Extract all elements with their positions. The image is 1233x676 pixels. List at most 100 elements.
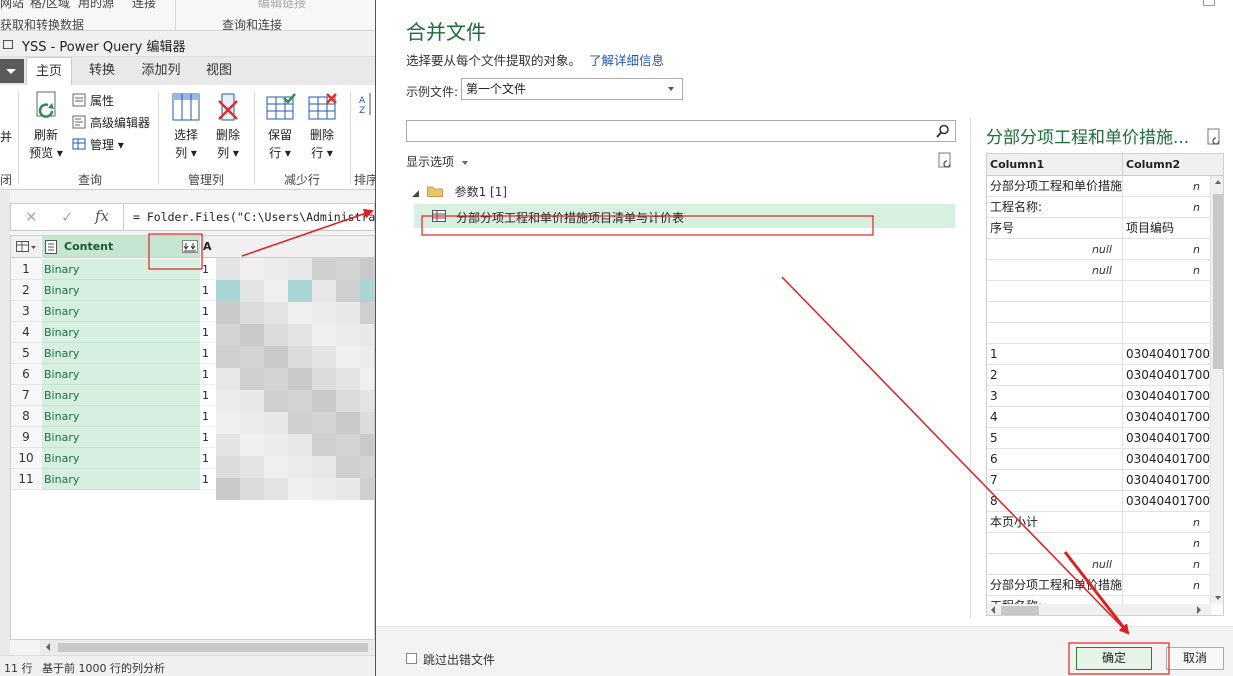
- close-icon[interactable]: [1203, 0, 1215, 6]
- row-number[interactable]: 6: [11, 364, 41, 385]
- horizontal-scrollbar[interactable]: [40, 640, 375, 655]
- cancel-button[interactable]: 取消: [1166, 647, 1224, 670]
- learn-more-link[interactable]: 了解详细信息: [589, 53, 664, 68]
- preview-refresh-icon[interactable]: [1207, 128, 1223, 146]
- attribute-cell[interactable]: 1: [201, 427, 215, 448]
- attribute-cell[interactable]: 1: [201, 301, 215, 322]
- row-number[interactable]: 2: [11, 280, 41, 301]
- refresh-label[interactable]: 刷新: [28, 127, 64, 144]
- attribute-cell[interactable]: 1: [201, 406, 215, 427]
- column-header-a[interactable]: A: [201, 236, 374, 258]
- excel-item-connection[interactable]: 连接: [132, 0, 156, 11]
- tab-home[interactable]: 主页: [26, 57, 72, 85]
- refresh-preview-icon[interactable]: [938, 152, 954, 168]
- tab-add-column[interactable]: 添加列: [132, 57, 190, 85]
- confirm-formula-icon[interactable]: ✓: [61, 208, 74, 226]
- attribute-cell[interactable]: 1: [201, 448, 215, 469]
- preview-grid: Column1 Column2 分部分项工程和单价措施 n 工程名称: n 序号 项目编码…: [986, 153, 1224, 616]
- content-cell[interactable]: Binary: [42, 301, 200, 322]
- group-manage-columns-label: 管理列: [188, 173, 225, 187]
- remove-columns-label[interactable]: 删除: [208, 127, 248, 144]
- attribute-cell[interactable]: 1: [201, 280, 215, 301]
- formula-input[interactable]: = Folder.Files("C:\Users\Administrat: [133, 210, 375, 224]
- preview-cell: n: [1123, 512, 1211, 533]
- row-count: 11 行: [4, 662, 33, 675]
- content-cell[interactable]: Binary: [42, 364, 200, 385]
- attribute-cell[interactable]: 1: [201, 322, 215, 343]
- preview-cell: 分部分项工程和单价措施: [987, 176, 1123, 197]
- sort-icon[interactable]: AZ: [358, 91, 374, 131]
- file-menu-button[interactable]: [0, 59, 24, 83]
- content-cell[interactable]: Binary: [42, 469, 200, 490]
- row-number[interactable]: 8: [11, 406, 41, 427]
- content-cell[interactable]: Binary: [42, 280, 200, 301]
- preview-horizontal-scrollbar[interactable]: [987, 604, 1211, 615]
- advanced-editor-button[interactable]: 高级编辑器: [90, 114, 150, 131]
- row-number[interactable]: 9: [11, 427, 41, 448]
- keep-rows-button[interactable]: 行 ▾: [260, 145, 300, 162]
- excel-item-recent-source[interactable]: 用的源: [78, 0, 114, 11]
- pq-status-bar: 11 行 基于前 1000 行的列分析: [0, 655, 375, 676]
- queries-pane-collapsed[interactable]: [0, 191, 10, 655]
- attribute-cell[interactable]: 1: [201, 469, 215, 490]
- attribute-cell[interactable]: 1: [201, 364, 215, 385]
- row-number[interactable]: 7: [11, 385, 41, 406]
- properties-button[interactable]: 属性: [90, 92, 114, 109]
- content-cell[interactable]: Binary: [42, 259, 200, 280]
- column-profiling-status: 基于前 1000 行的列分析: [42, 662, 165, 675]
- excel-item-range[interactable]: 格/区域: [30, 0, 70, 11]
- merge-button[interactable]: 并: [0, 129, 12, 146]
- remove-rows-button[interactable]: 行 ▾: [302, 145, 342, 162]
- remove-rows-label[interactable]: 删除: [302, 127, 342, 144]
- content-cell[interactable]: Binary: [42, 448, 200, 469]
- combine-files-dialog: 合并文件 选择要从每个文件提取的对象。 了解详细信息 示例文件: 第一个文件 显示…: [375, 0, 1233, 676]
- preview-cell: 分部分项工程和单价措施: [987, 575, 1123, 596]
- choose-columns-button[interactable]: 列 ▾: [166, 145, 206, 162]
- content-cell[interactable]: Binary: [42, 343, 200, 364]
- tree-parameter-node[interactable]: ◢ 参数1 [1]: [412, 183, 507, 200]
- row-number[interactable]: 5: [11, 343, 41, 364]
- preview-vertical-scrollbar[interactable]: [1211, 176, 1223, 604]
- expand-triangle-icon[interactable]: ◢: [412, 189, 419, 199]
- excel-item-edit-links[interactable]: 编辑链接: [258, 0, 306, 11]
- attribute-cell[interactable]: 1: [201, 259, 215, 280]
- column-header-content[interactable]: Content: [42, 236, 200, 258]
- keep-rows-label[interactable]: 保留: [260, 127, 300, 144]
- ok-button[interactable]: 确定: [1076, 647, 1152, 670]
- tree-item-sheet[interactable]: 分部分项工程和单价措施项目清单与计价表: [414, 204, 955, 228]
- preview-cell: 030404017001: [1123, 344, 1211, 365]
- preview-cell: n: [1123, 575, 1211, 596]
- row-number[interactable]: 10: [11, 448, 41, 469]
- manage-button[interactable]: 管理 ▾: [90, 136, 124, 153]
- attribute-cell[interactable]: 1: [201, 385, 215, 406]
- preview-cell: [987, 533, 1123, 554]
- remove-columns-button[interactable]: 列 ▾: [208, 145, 248, 162]
- excel-ribbon-strip: 网站 格/区域 用的源 连接 获取和转换数据 编辑链接 查询和连接: [0, 0, 375, 32]
- preview-cell: 7: [987, 470, 1123, 491]
- content-cell[interactable]: Binary: [42, 406, 200, 427]
- choose-columns-label[interactable]: 选择: [166, 127, 206, 144]
- refresh-preview-button[interactable]: 预览 ▾: [26, 145, 66, 162]
- row-number[interactable]: 11: [11, 469, 41, 490]
- search-icon[interactable]: [936, 124, 950, 138]
- row-number[interactable]: 3: [11, 301, 41, 322]
- combine-files-button[interactable]: [182, 240, 198, 253]
- content-cell[interactable]: Binary: [42, 322, 200, 343]
- content-cell[interactable]: Binary: [42, 385, 200, 406]
- row-number[interactable]: 1: [11, 259, 41, 280]
- cancel-formula-icon[interactable]: ✕: [25, 208, 38, 226]
- attribute-cell[interactable]: 1: [201, 343, 215, 364]
- sample-file-select[interactable]: 第一个文件: [461, 78, 683, 100]
- preview-cell: 030404017008: [1123, 491, 1211, 512]
- content-cell[interactable]: Binary: [42, 427, 200, 448]
- fx-icon[interactable]: fx: [95, 207, 109, 225]
- display-options-dropdown[interactable]: 显示选项: [406, 153, 469, 170]
- row-number[interactable]: 4: [11, 322, 41, 343]
- excel-item-web[interactable]: 网站: [0, 0, 24, 11]
- skip-errors-checkbox[interactable]: [406, 653, 417, 664]
- tab-view[interactable]: 视图: [196, 57, 242, 85]
- table-menu-button[interactable]: [11, 236, 41, 258]
- search-input[interactable]: [406, 120, 956, 142]
- tab-transform[interactable]: 转换: [78, 57, 126, 85]
- group-query-label: 查询: [78, 173, 103, 187]
